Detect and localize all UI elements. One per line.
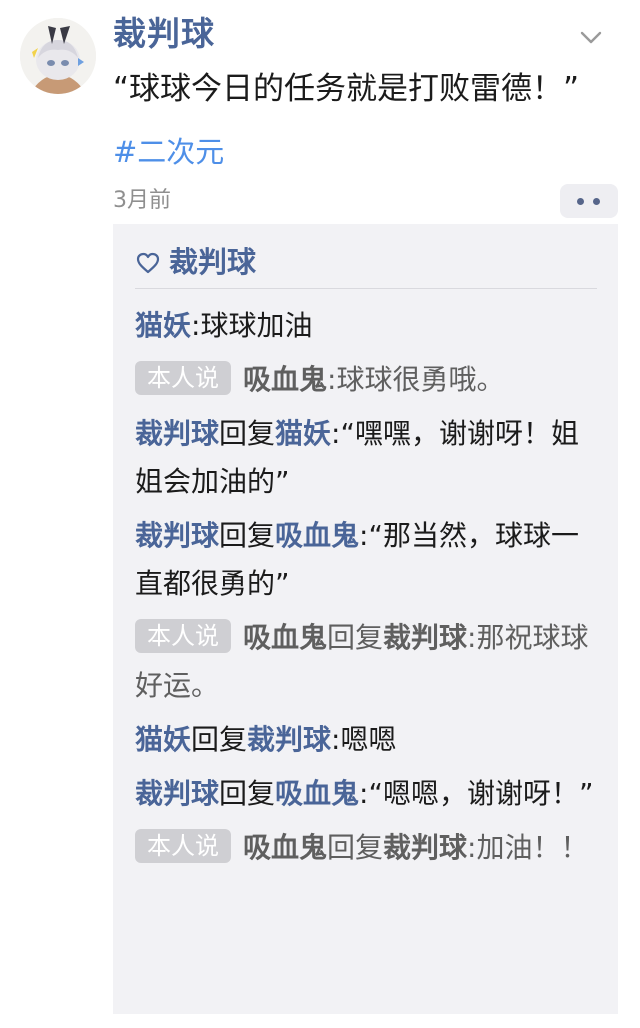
reply-verb: 回复 — [327, 831, 384, 864]
post-text: “球球今日的任务就是打败雷德！” — [113, 71, 580, 107]
post-time: 3月前 — [113, 188, 171, 213]
heart-icon[interactable] — [135, 250, 161, 276]
comment-author[interactable]: 吸血鬼 — [243, 621, 327, 654]
comment-text: 加油！！ — [476, 831, 589, 864]
self-said-badge: 本人说 — [135, 619, 231, 653]
topic-link[interactable]: #二次元 — [113, 130, 224, 174]
divider — [135, 288, 597, 289]
reply-target[interactable]: 猫妖 — [275, 417, 331, 450]
comment-item[interactable]: 本人说 吸血鬼:球球很勇哦。 — [135, 356, 597, 404]
comment-panel: 裁判球 猫妖:球球加油 本人说 吸血鬼:球球很勇哦。 裁判球回复猫妖:“嘿嘿，谢谢… — [113, 224, 618, 1014]
reply-verb: 回复 — [219, 417, 276, 450]
comment-item[interactable]: 本人说 吸血鬼回复裁判球:那祝球球好运。 — [135, 614, 597, 710]
comment-item[interactable]: 裁判球回复吸血鬼:“嗯嗯，谢谢呀！” — [135, 770, 597, 818]
comment-item[interactable]: 裁判球回复吸血鬼:“那当然，球球一直都很勇的” — [135, 512, 597, 608]
reply-verb: 回复 — [191, 723, 248, 756]
self-said-badge: 本人说 — [135, 829, 231, 863]
comment-author[interactable]: 裁判球 — [135, 417, 219, 450]
comment-author[interactable]: 裁判球 — [135, 777, 219, 810]
more-dots-icon[interactable] — [560, 184, 618, 218]
likes-row: 裁判球 — [135, 238, 256, 282]
reply-target[interactable]: 裁判球 — [383, 621, 467, 654]
comment-item[interactable]: 本人说 吸血鬼回复裁判球:加油！！ — [135, 824, 597, 872]
reply-target[interactable]: 裁判球 — [247, 723, 331, 756]
reply-target[interactable]: 吸血鬼 — [275, 519, 359, 552]
reply-target[interactable]: 裁判球 — [383, 831, 467, 864]
comment-author[interactable]: 吸血鬼 — [243, 831, 327, 864]
comment-item[interactable]: 裁判球回复猫妖:“嘿嘿，谢谢呀！姐姐会加油的” — [135, 410, 597, 506]
comment-text: “嗯嗯，谢谢呀！” — [368, 777, 594, 810]
chevron-down-icon[interactable] — [578, 24, 604, 50]
comment-list: 猫妖:球球加油 本人说 吸血鬼:球球很勇哦。 裁判球回复猫妖:“嘿嘿，谢谢呀！姐姐… — [135, 302, 597, 878]
comment-item[interactable]: 猫妖:球球加油 — [135, 302, 597, 350]
comment-author[interactable]: 裁判球 — [135, 519, 219, 552]
comment-text: 球球很勇哦。 — [336, 363, 505, 396]
comment-author[interactable]: 猫妖 — [135, 309, 191, 342]
reply-verb: 回复 — [219, 519, 276, 552]
comment-item[interactable]: 猫妖回复裁判球:嗯嗯 — [135, 716, 597, 764]
liker-name[interactable]: 裁判球 — [169, 239, 256, 281]
comment-author[interactable]: 吸血鬼 — [243, 363, 327, 396]
comment-author[interactable]: 猫妖 — [135, 723, 191, 756]
self-said-badge: 本人说 — [135, 361, 231, 395]
comment-text: 球球加油 — [200, 309, 313, 342]
avatar-image — [20, 18, 96, 94]
post-username[interactable]: 裁判球 — [113, 12, 215, 56]
reply-target[interactable]: 吸血鬼 — [275, 777, 359, 810]
comment-text: 嗯嗯 — [340, 723, 397, 756]
reply-verb: 回复 — [219, 777, 276, 810]
reply-verb: 回复 — [327, 621, 384, 654]
avatar[interactable] — [20, 18, 96, 94]
